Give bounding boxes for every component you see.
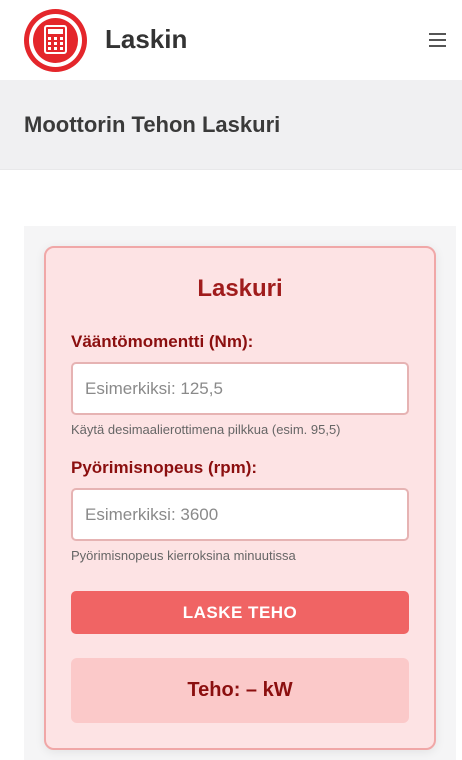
torque-label: Vääntömomentti (Nm): (71, 332, 254, 351)
calculate-power-button[interactable]: LASKE TEHO (71, 591, 409, 634)
page-title: Moottorin Tehon Laskuri (24, 112, 281, 137)
site-brand[interactable]: Laskin (105, 24, 187, 55)
calculator-icon (44, 25, 67, 54)
rpm-hint: Pyörimisnopeus kierroksina minuutissa (71, 548, 296, 563)
logo-calculator-icon[interactable] (24, 9, 87, 72)
torque-hint: Käytä desimaalierottimena pilkkua (esim.… (71, 422, 341, 437)
torque-input[interactable] (71, 362, 409, 415)
power-result: Teho: – kW (71, 658, 409, 723)
calculator-title: Laskuri (197, 275, 283, 302)
hamburger-menu-icon[interactable] (429, 33, 446, 47)
rpm-label: Pyörimisnopeus (rpm): (71, 458, 258, 477)
site-header: Laskin (0, 0, 462, 80)
rpm-input[interactable] (71, 488, 409, 541)
